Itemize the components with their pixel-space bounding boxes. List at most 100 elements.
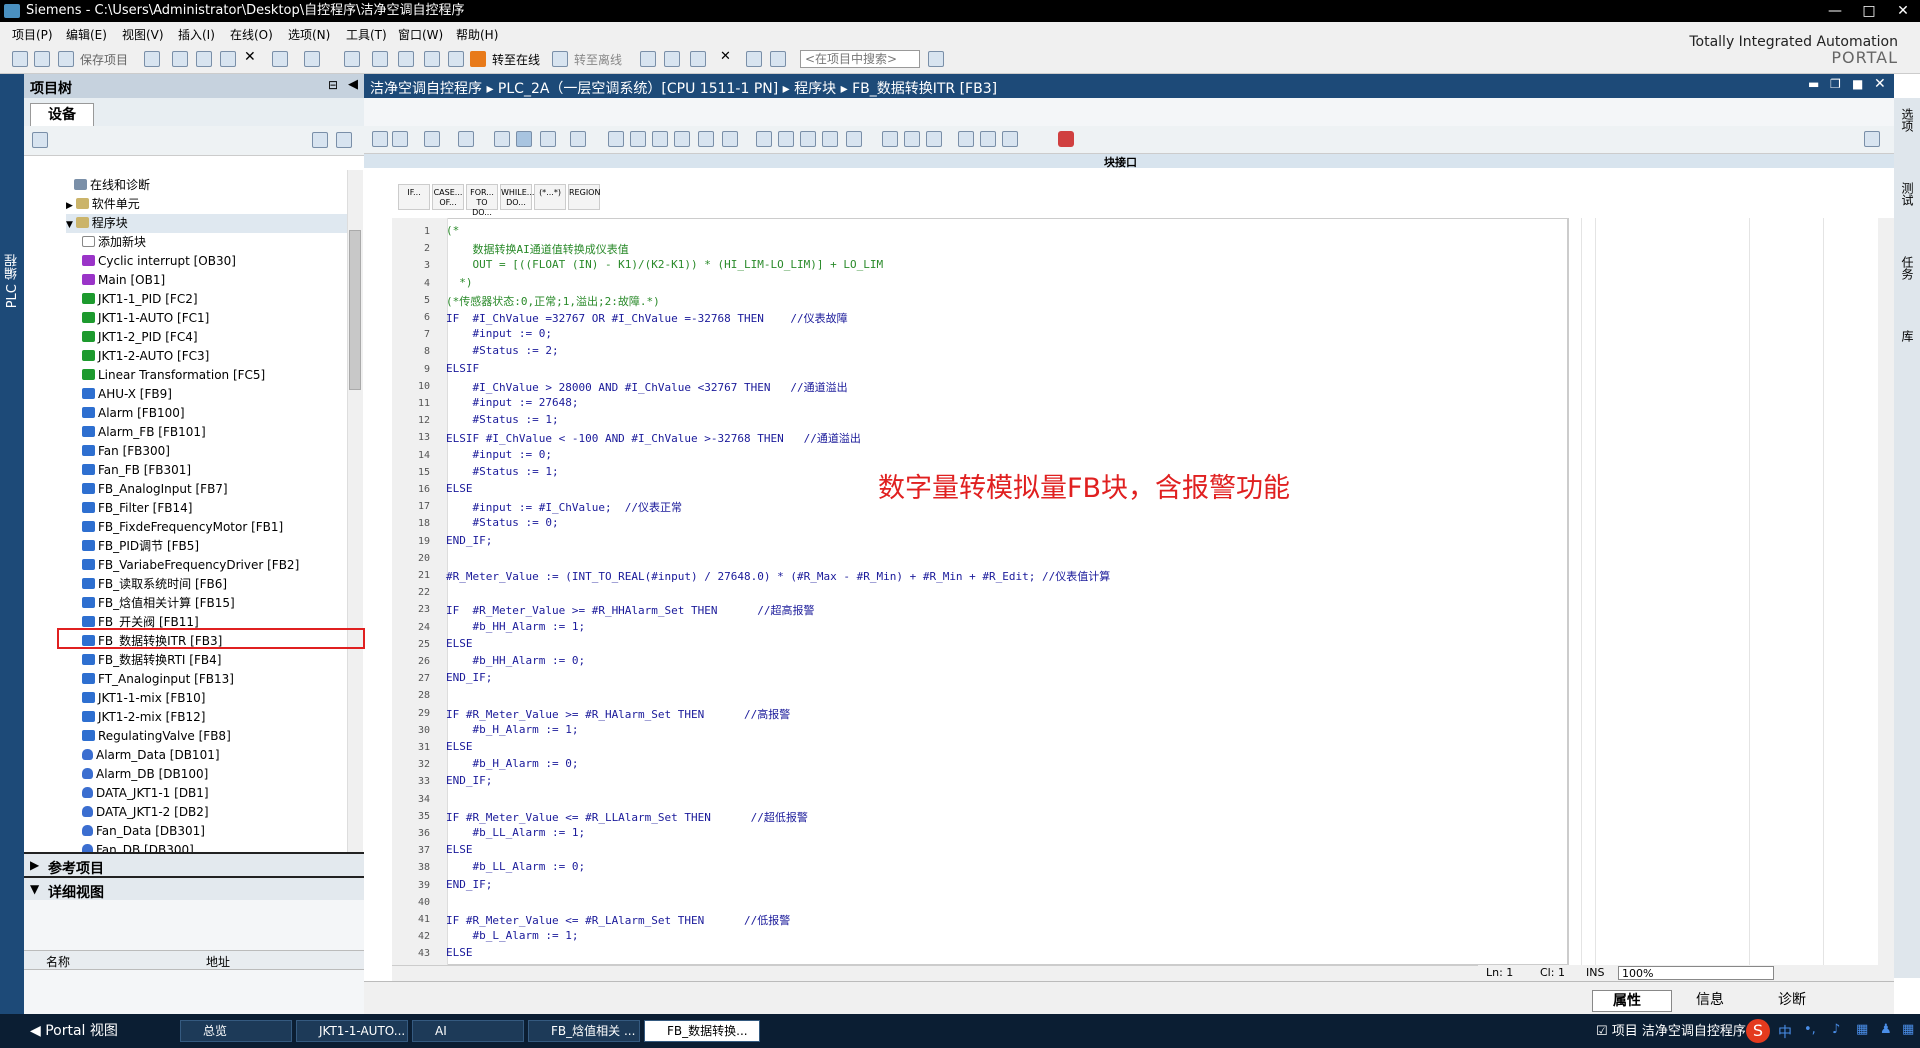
step-over-icon[interactable] <box>980 131 996 147</box>
code-line[interactable]: IF #R_Meter_Value >= #R_HAlarm_Set THEN … <box>446 706 790 722</box>
menu-insert[interactable]: 插入(I) <box>178 26 215 43</box>
code-line[interactable]: IF #R_Meter_Value <= #R_LAlarm_Set THEN … <box>446 912 790 928</box>
detail-view-header[interactable]: ▼ 详细视图 <box>24 876 364 901</box>
menu-tools[interactable]: 工具(T) <box>346 26 387 43</box>
uncomment-icon[interactable] <box>674 131 690 147</box>
add-row-icon[interactable] <box>392 131 408 147</box>
tree-item[interactable]: AHU-X [FB9] <box>82 385 172 404</box>
print-icon[interactable] <box>144 51 160 67</box>
kw-region-button[interactable]: REGION <box>568 184 600 210</box>
code-line[interactable]: #b_LL_Alarm := 1; <box>446 826 585 839</box>
plc-programming-tab[interactable]: PLC 编程 <box>0 74 24 1014</box>
overview-icon[interactable] <box>312 132 328 148</box>
task-ai[interactable]: AI <box>412 1020 524 1042</box>
tree-settings-icon[interactable] <box>32 132 48 148</box>
code-line[interactable]: #input := #I_ChValue; //仪表正常 <box>446 499 682 515</box>
prev-error-icon[interactable] <box>756 131 772 147</box>
tree-item[interactable]: RegulatingValve [FB8] <box>82 727 231 746</box>
breakpoint-icon[interactable] <box>926 131 942 147</box>
portal-view-button[interactable]: ◀ Portal 视图 <box>30 1020 118 1040</box>
scl-code-editor[interactable] <box>392 218 1568 965</box>
task-tab-libraries[interactable]: 库 <box>1898 330 1916 342</box>
menu-window[interactable]: 窗口(W) <box>398 26 443 43</box>
menu-online[interactable]: 在线(O) <box>230 26 273 43</box>
tree-item[interactable]: JKT1-2_PID [FC4] <box>82 328 198 347</box>
code-line[interactable]: ELSE <box>446 740 473 753</box>
tree-item[interactable]: 在线和诊断 <box>74 176 150 195</box>
code-line[interactable]: #Status := 1; <box>446 413 558 426</box>
collapse-arrow-icon[interactable]: ▼ <box>66 220 76 230</box>
step-out-icon[interactable] <box>1002 131 1018 147</box>
task-overview[interactable]: 总览 <box>180 1020 292 1042</box>
refresh-icon[interactable] <box>904 131 920 147</box>
add-device-icon[interactable] <box>336 132 352 148</box>
tree-item[interactable]: FB_PID调节 [FB5] <box>82 537 199 556</box>
show-favorites-icon[interactable] <box>540 131 556 147</box>
bookmark-icon[interactable] <box>570 131 586 147</box>
project-search-input[interactable]: <在项目中搜索> <box>800 50 920 68</box>
accessible-devices-icon[interactable] <box>640 51 656 67</box>
tree-item[interactable]: DATA_JKT1-1 [DB1] <box>82 784 209 803</box>
absolute-address-icon[interactable] <box>516 131 532 147</box>
block-interface-bar[interactable]: 块接口 <box>364 154 1894 169</box>
col-address[interactable]: 地址 <box>206 953 230 970</box>
split-horizontal-icon[interactable] <box>746 51 762 67</box>
tree-item[interactable]: Fan_DB [DB300] <box>82 841 194 852</box>
tab-info[interactable]: 信息 <box>1676 990 1756 1012</box>
task-enthalpy[interactable]: FB_焓值相关 ... <box>528 1020 640 1042</box>
minimize-icon[interactable]: — <box>1818 0 1852 22</box>
maximize-icon[interactable]: □ <box>1852 0 1886 22</box>
microphone-icon[interactable]: ♪ <box>1832 1022 1840 1037</box>
editor-close-icon[interactable]: ✕ <box>1874 76 1886 92</box>
code-line[interactable]: ELSE <box>446 637 473 650</box>
code-line[interactable]: ELSE <box>446 843 473 856</box>
align-left-icon[interactable] <box>494 131 510 147</box>
compile-icon[interactable] <box>372 51 388 67</box>
open-project-icon[interactable] <box>34 51 50 67</box>
tree-item[interactable]: FB_数据转换RTI [FB4] <box>82 651 221 670</box>
zoom-select[interactable]: 100% <box>1618 966 1774 980</box>
search-icon[interactable] <box>928 51 944 67</box>
sogou-ime-icon[interactable]: S <box>1746 1019 1770 1043</box>
code-line[interactable]: 数据转换AI通道值转换成仪表值 <box>446 241 628 257</box>
stop-icon[interactable] <box>1058 131 1074 147</box>
code-line[interactable]: IF #R_Meter_Value >= #R_HHAlarm_Set THEN… <box>446 602 815 618</box>
reference-projects-header[interactable]: ▶ 参考项目 <box>24 852 364 877</box>
kw-if-button[interactable]: IF... <box>398 184 430 210</box>
code-line[interactable]: #R_Meter_Value := (INT_TO_REAL(#input) /… <box>446 568 1110 584</box>
tree-item[interactable]: Alarm [FB100] <box>82 404 185 423</box>
editor-restore-icon[interactable]: ❐ <box>1830 77 1841 91</box>
code-line[interactable]: END_IF; <box>446 671 492 684</box>
tree-item[interactable]: Cyclic interrupt [OB30] <box>82 252 236 271</box>
insert-row-icon[interactable] <box>372 131 388 147</box>
tree-scroll-thumb[interactable] <box>349 230 361 390</box>
tree-item[interactable]: Main [OB1] <box>82 271 165 290</box>
indent-icon[interactable] <box>608 131 624 147</box>
code-line[interactable]: END_IF; <box>446 878 492 891</box>
code-line[interactable]: ELSIF #I_ChValue < -100 AND #I_ChValue >… <box>446 430 861 446</box>
properties-panel-icon[interactable] <box>1864 131 1880 147</box>
code-line[interactable]: #b_L_Alarm := 1; <box>446 929 578 942</box>
col-name[interactable]: 名称 <box>46 953 70 970</box>
task-data-convert[interactable]: FB_数据转换... <box>644 1020 760 1042</box>
tree-item[interactable]: JKT1-1_PID [FC2] <box>82 290 198 309</box>
code-line[interactable]: END_IF; <box>446 774 492 787</box>
code-line[interactable]: *) <box>446 276 472 289</box>
go-online-icon[interactable] <box>470 51 486 67</box>
code-line[interactable]: #b_LL_Alarm := 0; <box>446 860 585 873</box>
code-line[interactable]: #b_H_Alarm := 1; <box>446 723 578 736</box>
skin-icon[interactable]: ♟ <box>1880 1022 1892 1037</box>
comment-icon[interactable] <box>652 131 668 147</box>
task-tab-testing[interactable]: 测试 <box>1898 182 1916 206</box>
tree-item[interactable]: Fan [FB300] <box>82 442 170 461</box>
save-icon[interactable] <box>58 51 74 67</box>
pretty-print-icon[interactable] <box>846 131 862 147</box>
menu-project[interactable]: 项目(P) <box>12 26 53 43</box>
code-line[interactable]: #Status := 0; <box>446 516 558 529</box>
tree-item[interactable]: JKT1-1-mix [FB10] <box>82 689 205 708</box>
tree-item[interactable]: FB_焓值相关计算 [FB15] <box>82 594 235 613</box>
format-icon[interactable] <box>822 131 838 147</box>
tab-devices[interactable]: 设备 <box>30 103 94 126</box>
tree-item[interactable]: Alarm_FB [FB101] <box>82 423 206 442</box>
tree-item[interactable]: FB_Filter [FB14] <box>82 499 192 518</box>
